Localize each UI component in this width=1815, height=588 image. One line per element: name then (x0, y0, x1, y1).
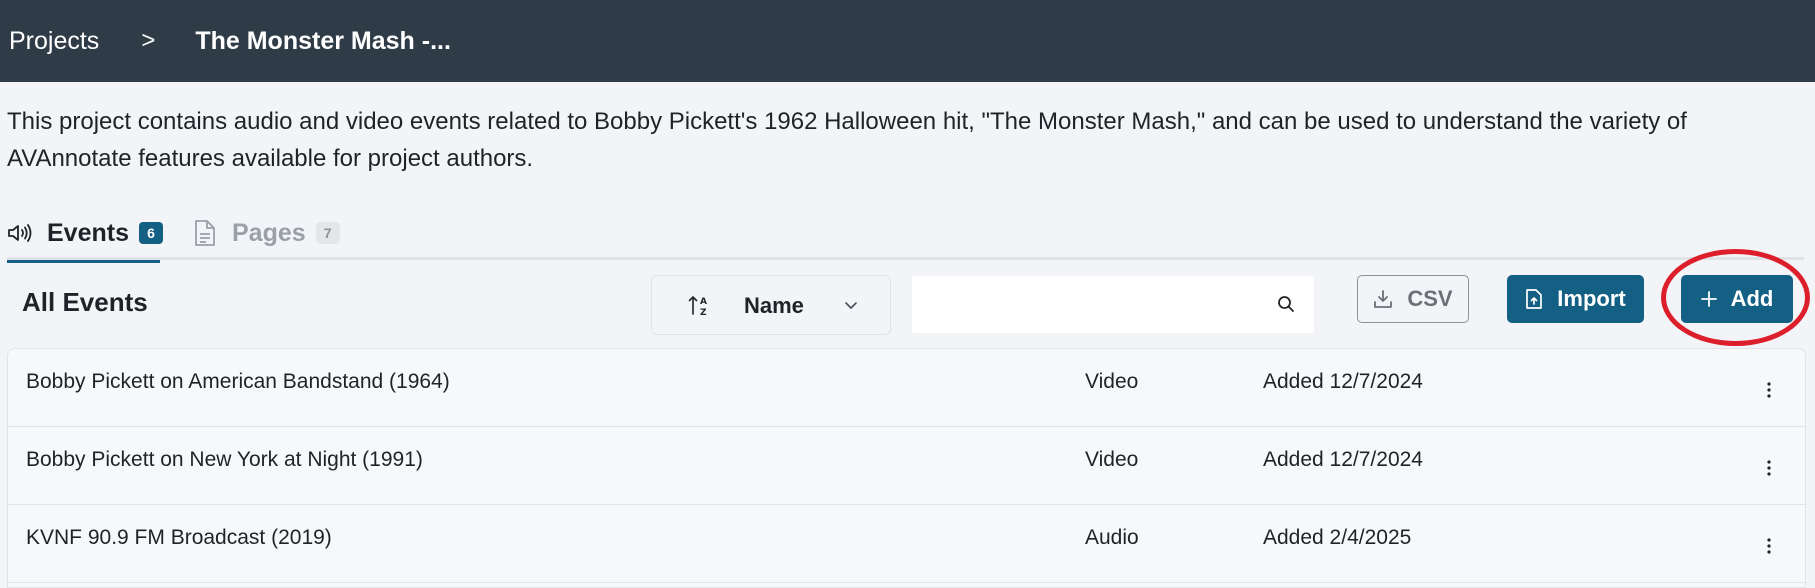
more-options-icon[interactable] (1759, 375, 1779, 405)
download-icon (1373, 289, 1393, 309)
event-type: Video (1085, 370, 1139, 393)
event-name: Bobby Pickett on New York at Night (1991… (26, 448, 423, 471)
event-added-date: Added 12/7/2024 (1263, 448, 1423, 471)
event-row[interactable]: Bobby Pickett on New York at Night (1991… (8, 427, 1805, 505)
event-type: Audio (1085, 526, 1139, 549)
breadcrumb-separator: > (141, 27, 156, 54)
import-button[interactable]: Import (1507, 275, 1644, 323)
more-options-icon[interactable] (1759, 531, 1779, 561)
tab-pages-label: Pages (232, 218, 306, 247)
import-button-label: Import (1557, 286, 1626, 311)
pages-count-badge: 7 (315, 222, 340, 244)
event-added-date: Added 12/7/2024 (1263, 370, 1423, 393)
event-name: Bobby Pickett on American Bandstand (196… (26, 370, 450, 393)
chevron-down-icon (843, 298, 859, 316)
svg-text:A: A (700, 297, 707, 307)
search-input[interactable] (912, 276, 1314, 333)
speaker-icon (7, 220, 33, 246)
breadcrumb-projects-link[interactable]: Projects (9, 27, 99, 56)
sort-dropdown-value: Name (744, 293, 804, 318)
add-event-button[interactable]: Add (1681, 275, 1793, 323)
tab-bar: Events 6 Pages 7 (7, 206, 1804, 263)
top-bar: Projects > The Monster Mash -... (0, 0, 1815, 82)
file-upload-icon (1525, 288, 1543, 310)
search-field (912, 276, 1314, 333)
tab-events[interactable]: Events 6 (7, 206, 163, 263)
sort-ascending-icon: A Z (688, 294, 710, 323)
events-list: Bobby Pickett on American Bandstand (196… (7, 348, 1806, 588)
csv-export-label: CSV (1407, 286, 1453, 311)
tab-events-label: Events (47, 218, 129, 247)
event-name: KVNF 90.9 FM Broadcast (2019) (26, 526, 332, 549)
plus-icon (1700, 291, 1717, 307)
add-button-label: Add (1730, 286, 1774, 311)
event-row[interactable]: Bobby Pickett on American Bandstand (196… (8, 349, 1805, 427)
event-added-date: Added 2/4/2025 (1263, 526, 1412, 549)
csv-export-button[interactable]: CSV (1357, 275, 1469, 323)
sort-dropdown[interactable]: A Z Name (651, 275, 891, 335)
document-icon (192, 220, 218, 246)
breadcrumb-current-project: The Monster Mash -... (195, 26, 451, 55)
tab-pages[interactable]: Pages 7 (192, 206, 340, 260)
events-count-badge: 6 (138, 222, 163, 244)
section-title: All Events (22, 287, 148, 317)
search-icon[interactable] (1276, 294, 1296, 319)
event-row[interactable]: KVNF 90.9 FM Broadcast (2019) Audio Adde… (8, 505, 1805, 583)
project-description: This project contains audio and video ev… (7, 108, 1687, 172)
more-options-icon[interactable] (1759, 453, 1779, 483)
event-type: Video (1085, 448, 1139, 471)
svg-text:Z: Z (700, 308, 707, 318)
